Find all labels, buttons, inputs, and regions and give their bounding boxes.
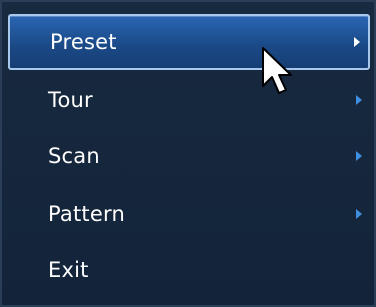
chevron-right-icon (356, 151, 362, 161)
menu-item-label: Tour (48, 88, 93, 112)
chevron-right-icon (356, 209, 362, 219)
ptz-context-menu: Preset Tour Scan Pattern Exit (0, 0, 376, 307)
mouse-cursor-icon (262, 47, 292, 94)
menu-item-exit[interactable]: Exit (8, 242, 370, 298)
menu-item-tour[interactable]: Tour (8, 72, 370, 128)
menu-item-scan[interactable]: Scan (8, 128, 370, 184)
menu-item-preset[interactable]: Preset (8, 14, 370, 70)
menu-item-label: Scan (48, 144, 100, 168)
menu-item-label: Exit (48, 258, 89, 282)
chevron-right-icon (354, 37, 360, 47)
menu-item-label: Pattern (48, 202, 125, 226)
menu-item-pattern[interactable]: Pattern (8, 186, 370, 242)
chevron-right-icon (356, 95, 362, 105)
menu-item-label: Preset (50, 30, 117, 54)
